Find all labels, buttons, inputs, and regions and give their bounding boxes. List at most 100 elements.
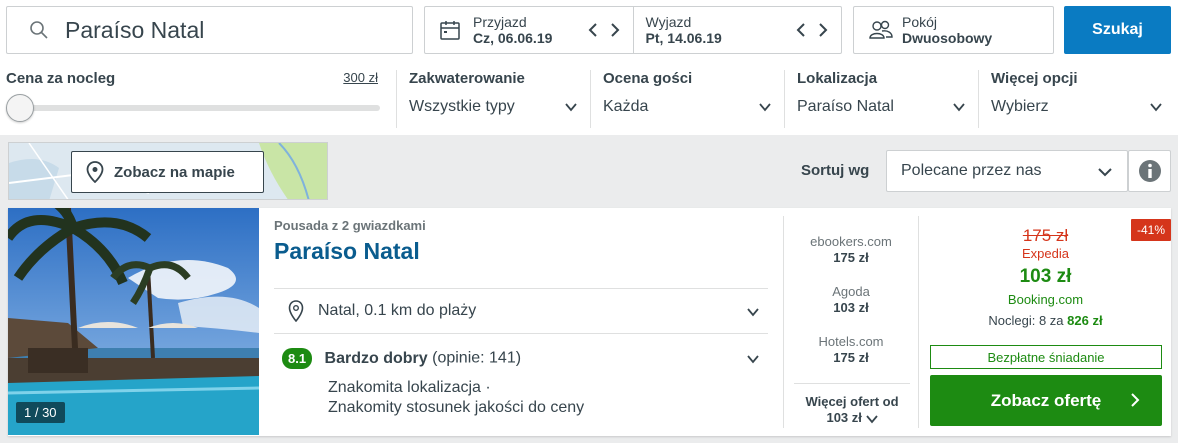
info-icon — [1138, 160, 1161, 182]
hotel-photo[interactable]: 1 / 30 — [8, 208, 259, 435]
hotel-rating[interactable]: 8.1 Bardzo dobry (opinie: 141) — [282, 348, 521, 369]
view-offer-button[interactable]: Zobacz ofertę — [930, 375, 1162, 426]
more-options-filter-label: Więcej opcji — [991, 70, 1078, 87]
more-options-filter[interactable]: Więcej opcji Wybierz — [978, 70, 1171, 128]
location-filter-value: Paraíso Natal — [797, 98, 894, 115]
accommodation-filter[interactable]: Zakwaterowanie Wszystkie typy — [396, 70, 586, 128]
guest-rating-filter-value: Każda — [603, 98, 649, 115]
hotel-info: Pousada z 2 gwiazdkami Paraíso Natal Nat… — [274, 208, 768, 436]
checkin-field[interactable]: Przyjazd Cz, 06.06.19 — [425, 7, 633, 53]
chevron-down-icon — [865, 414, 878, 423]
filter-bar: Cena za nocleg 300 zł Zakwaterowanie Wsz… — [0, 62, 1178, 135]
more-offers-price: 103 zł — [826, 410, 862, 425]
guest-rating-filter-label: Ocena gości — [603, 70, 693, 87]
highlight-item: Znakomita lokalizacja · — [328, 379, 491, 396]
nights-summary: Noclegi: 8 za 826 zł — [928, 313, 1163, 328]
chevron-down-icon — [1098, 168, 1112, 177]
checkout-field[interactable]: Wyjazd Pt, 14.06.19 — [632, 7, 842, 53]
guest-rating-filter[interactable]: Ocena gości Każda — [590, 70, 780, 128]
accommodation-filter-label: Zakwaterowanie — [409, 70, 525, 87]
checkin-prev-button[interactable] — [585, 19, 601, 41]
deal-price[interactable]: 103 zł — [928, 266, 1163, 288]
price-max-link[interactable]: 300 zł — [343, 70, 378, 85]
checkin-value: Cz, 06.06.19 — [473, 30, 553, 46]
more-offers-button[interactable]: Więcej ofert od 103 zł — [794, 383, 910, 426]
chevron-down-icon — [759, 103, 771, 112]
checkin-next-button[interactable] — [607, 19, 623, 41]
view-offer-label: Zobacz ofertę — [990, 390, 1102, 410]
offer-site: ebookers.com — [810, 234, 892, 249]
highlight-item: Znakomity stosunek jakości do ceny — [328, 399, 585, 416]
sort-info-button[interactable] — [1128, 150, 1171, 192]
best-deal: -41% 175 zł Expedia 103 zł Booking.com N… — [928, 208, 1171, 436]
destination-value: Paraíso Natal — [65, 16, 205, 43]
sort-label: Sortuj wg — [801, 162, 870, 179]
checkin-label: Przyjazd — [473, 14, 527, 30]
more-options-filter-value: Wybierz — [991, 98, 1049, 115]
chevron-down-icon — [953, 103, 965, 112]
show-on-map-label: Zobacz na mapie — [114, 163, 235, 181]
price-filter: Cena za nocleg 300 zł — [6, 62, 384, 135]
offer-price: 175 zł — [833, 250, 869, 265]
date-picker[interactable]: Przyjazd Cz, 06.06.19 Wyjazd Pt, 14.06.1… — [424, 6, 842, 54]
rating-label: Bardzo dobry — [324, 349, 428, 367]
chevron-right-icon — [1131, 393, 1140, 407]
hotel-type: Pousada z 2 gwiazdkami — [274, 218, 426, 233]
hotel-photo-image — [8, 208, 259, 435]
deal-site[interactable]: Booking.com — [928, 292, 1163, 307]
calendar-icon — [440, 21, 460, 40]
chevron-down-icon[interactable] — [746, 352, 760, 366]
location-filter[interactable]: Lokalizacja Paraíso Natal — [784, 70, 974, 128]
room-label: Pokój — [902, 14, 938, 30]
hotel-name-link[interactable]: Paraíso Natal — [274, 238, 420, 265]
hotel-result-card[interactable]: 1 / 30 Pousada z 2 gwiazdkami Paraíso Na… — [8, 208, 1171, 436]
room-value: Dwuosobowy — [902, 30, 993, 46]
accommodation-filter-value: Wszystkie typy — [409, 98, 515, 115]
show-on-map-button[interactable]: Zobacz na mapie — [71, 151, 264, 193]
chevron-left-icon — [588, 23, 597, 37]
other-offer-item[interactable]: ebookers.com 175 zł — [784, 234, 918, 266]
rating-count: (opinie: 141) — [432, 349, 522, 367]
chevron-down-icon — [565, 103, 577, 112]
price-filter-label: Cena za nocleg — [6, 70, 116, 87]
hotel-location-row[interactable]: Natal, 0.1 km do plaży — [274, 288, 768, 334]
more-offers-label: Więcej ofert od — [805, 394, 899, 409]
search-button[interactable]: Szukaj — [1064, 6, 1171, 54]
offer-price: 175 zł — [833, 350, 869, 365]
location-filter-label: Lokalizacja — [797, 70, 878, 87]
nights-label: Noclegi: 8 za — [988, 313, 1064, 328]
sort-select[interactable]: Polecane przez nas — [886, 150, 1128, 192]
map-pin-icon — [288, 300, 304, 322]
checkout-label: Wyjazd — [645, 14, 692, 30]
other-offers-list: ebookers.com 175 zł Agoda 103 zł Hotels.… — [783, 216, 919, 428]
map-pin-icon — [86, 161, 104, 183]
search-icon — [30, 21, 48, 39]
chevron-down-icon — [747, 308, 759, 317]
price-slider-track[interactable] — [6, 105, 380, 111]
old-price: 175 zł — [1022, 226, 1069, 245]
review-highlights: Znakomita lokalizacja · Znakomity stosun… — [328, 378, 584, 418]
rating-score-badge: 8.1 — [282, 348, 313, 369]
destination-search-field[interactable]: Paraíso Natal — [6, 6, 413, 54]
checkout-prev-button[interactable] — [793, 19, 809, 41]
chevron-right-icon — [610, 23, 619, 37]
checkout-value: Pt, 14.06.19 — [645, 30, 722, 46]
checkout-next-button[interactable] — [815, 19, 831, 41]
hotel-location-text: Natal, 0.1 km do plaży — [318, 302, 477, 319]
other-offer-item[interactable]: Agoda 103 zł — [784, 284, 918, 316]
chevron-left-icon — [796, 23, 805, 37]
nights-total: 826 zł — [1067, 313, 1103, 328]
old-price-site: Expedia — [1022, 246, 1069, 261]
free-breakfast-badge: Bezpłatne śniadanie — [930, 345, 1162, 369]
chevron-down-icon — [1150, 103, 1162, 112]
offer-price: 103 zł — [833, 300, 869, 315]
sort-value: Polecane przez nas — [901, 162, 1042, 179]
chevron-right-icon — [819, 23, 828, 37]
offer-site: Hotels.com — [818, 334, 884, 349]
offer-site: Agoda — [832, 284, 870, 299]
price-slider-handle[interactable] — [6, 94, 34, 122]
other-offer-item[interactable]: Hotels.com 175 zł — [784, 334, 918, 366]
users-icon — [869, 20, 893, 39]
room-selector[interactable]: Pokój Dwuosobowy — [853, 6, 1054, 54]
photo-counter: 1 / 30 — [16, 402, 65, 423]
